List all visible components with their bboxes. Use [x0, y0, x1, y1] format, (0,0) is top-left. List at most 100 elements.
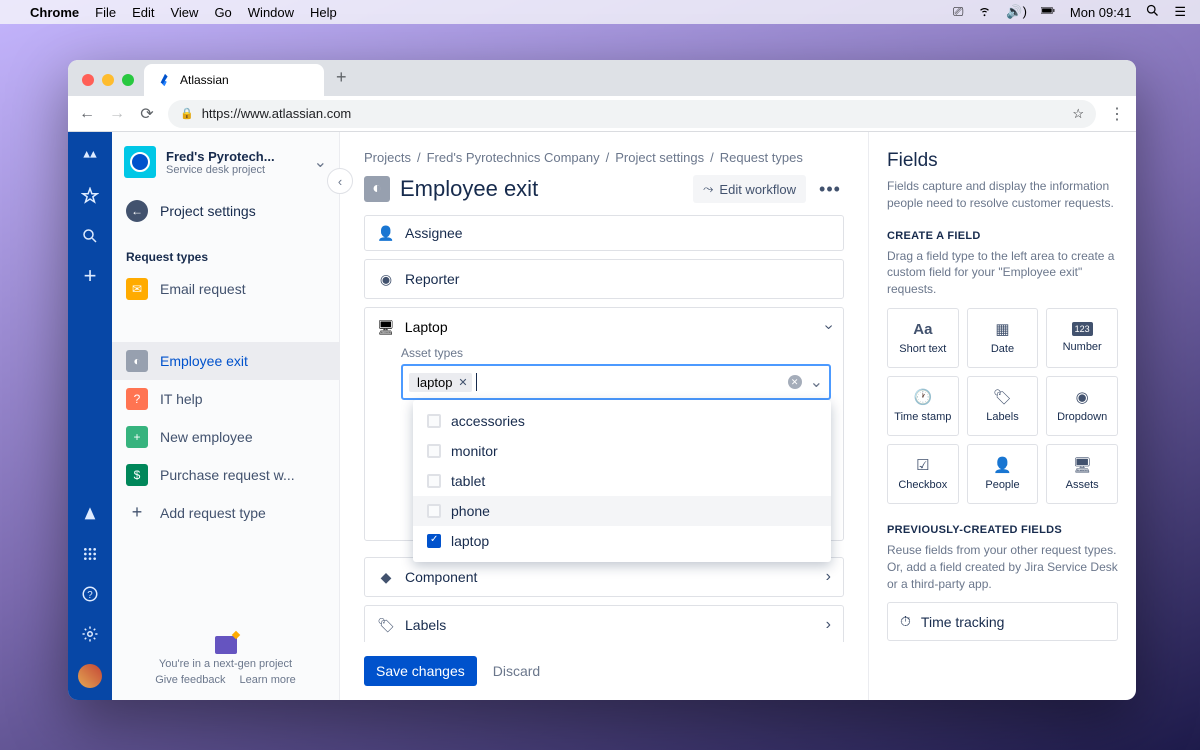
- help-icon[interactable]: ?: [80, 584, 100, 604]
- sidebar-item-it-help[interactable]: ? IT help: [112, 380, 339, 418]
- tile-people[interactable]: 👤People: [967, 444, 1039, 504]
- app-grid-icon[interactable]: [80, 544, 100, 564]
- clear-input-icon[interactable]: ✕: [788, 375, 802, 389]
- sidebar-item-new-employee[interactable]: + New employee: [112, 418, 339, 456]
- content-column: Projects/ Fred's Pyrotechnics Company/ P…: [340, 132, 868, 700]
- edit-workflow-button[interactable]: ⤳ Edit workflow: [693, 175, 806, 203]
- field-label: Component: [405, 569, 477, 585]
- add-request-type[interactable]: + Add request type: [112, 494, 339, 531]
- volume-icon[interactable]: 🔊): [1006, 4, 1027, 20]
- field-label: Labels: [405, 617, 446, 633]
- star-nav-icon[interactable]: [80, 186, 100, 206]
- prev-created-section: Previously-created fields: [887, 524, 1118, 536]
- option-phone[interactable]: phone: [413, 496, 831, 526]
- settings-nav-icon[interactable]: [80, 624, 100, 644]
- dropdown-toggle-icon[interactable]: ⌄: [810, 372, 823, 392]
- product-switcher-icon[interactable]: [80, 146, 100, 166]
- field-type-grid: AaShort text ▦Date 123Number 🕐 Time stamp…: [887, 308, 1118, 504]
- page-title: Employee exit: [400, 176, 683, 202]
- tile-labels[interactable]: 🏷Labels: [967, 376, 1039, 436]
- create-nav-icon[interactable]: +: [80, 266, 100, 286]
- minimize-window[interactable]: [102, 74, 114, 86]
- search-nav-icon[interactable]: [80, 226, 100, 246]
- sidebar-item-employee-exit[interactable]: ◐ Employee exit: [112, 342, 339, 380]
- menu-file[interactable]: File: [95, 5, 116, 20]
- wifi-icon[interactable]: [977, 3, 992, 21]
- clock-icon: 🕐: [913, 388, 932, 406]
- add-request-label: Add request type: [160, 505, 266, 521]
- option-tablet[interactable]: tablet: [413, 466, 831, 496]
- close-window[interactable]: [82, 74, 94, 86]
- back-button[interactable]: ←: [78, 105, 96, 123]
- maximize-window[interactable]: [122, 74, 134, 86]
- learn-more-link[interactable]: Learn more: [240, 674, 296, 686]
- new-tab-button[interactable]: +: [324, 67, 359, 96]
- menu-view[interactable]: View: [170, 5, 198, 20]
- tile-checkbox[interactable]: ☑Checkbox: [887, 444, 959, 504]
- tile-assets[interactable]: 🖥Assets: [1046, 444, 1118, 504]
- lock-icon: 🔒: [180, 107, 194, 120]
- app-name[interactable]: Chrome: [30, 5, 79, 20]
- field-label: Reporter: [405, 271, 459, 287]
- option-label: accessories: [451, 413, 525, 429]
- menu-edit[interactable]: Edit: [132, 5, 154, 20]
- control-center-icon[interactable]: ☰: [1174, 4, 1186, 20]
- text-cursor: [476, 373, 477, 391]
- menu-window[interactable]: Window: [248, 5, 294, 20]
- sidebar-item-purchase-request[interactable]: $ Purchase request w...: [112, 456, 339, 494]
- more-actions-button[interactable]: •••: [816, 179, 844, 200]
- give-feedback-link[interactable]: Give feedback: [155, 674, 225, 686]
- plus-icon: +: [126, 502, 148, 523]
- field-row-assignee[interactable]: 👤 Assignee: [364, 215, 844, 251]
- dropdown-icon: ◉: [1076, 388, 1089, 406]
- forward-button[interactable]: →: [108, 105, 126, 123]
- sidebar-item-email-request[interactable]: ✉ Email request: [112, 270, 339, 308]
- notifications-icon[interactable]: [80, 504, 100, 524]
- remove-chip-icon[interactable]: ✕: [458, 376, 467, 389]
- crumb[interactable]: Fred's Pyrotechnics Company: [427, 150, 600, 165]
- back-to-project-settings[interactable]: ← Project settings: [112, 192, 339, 230]
- asset-types-input[interactable]: laptop ✕ ✕ ⌄: [401, 364, 831, 400]
- svg-text:?: ?: [87, 590, 93, 601]
- battery-icon[interactable]: [1041, 3, 1056, 21]
- tile-dropdown[interactable]: ◉ Dropdown: [1046, 376, 1118, 436]
- tile-label: Labels: [986, 411, 1018, 423]
- label-icon: 🏷: [377, 616, 395, 634]
- project-header[interactable]: Fred's Pyrotech... Service desk project …: [112, 132, 339, 192]
- crumb[interactable]: Project settings: [615, 150, 704, 165]
- create-field-sub: Drag a field type to the left area to cr…: [887, 248, 1118, 298]
- address-bar[interactable]: 🔒 https://www.atlassian.com ☆: [168, 100, 1096, 128]
- save-button[interactable]: Save changes: [364, 656, 477, 686]
- tile-short-text[interactable]: AaShort text: [887, 308, 959, 368]
- option-accessories[interactable]: accessories: [413, 406, 831, 436]
- user-avatar[interactable]: [78, 664, 102, 688]
- menu-go[interactable]: Go: [214, 5, 231, 20]
- tile-number[interactable]: 123Number: [1046, 308, 1118, 368]
- discard-button[interactable]: Discard: [493, 663, 540, 679]
- tile-date[interactable]: ▦Date: [967, 308, 1039, 368]
- option-laptop[interactable]: laptop: [413, 526, 831, 556]
- workflow-icon: ⤳: [703, 181, 713, 197]
- crumb[interactable]: Projects: [364, 150, 411, 165]
- field-row-reporter[interactable]: ◉ Reporter: [364, 259, 844, 299]
- field-row-labels[interactable]: 🏷 Labels: [364, 605, 844, 642]
- airplay-icon[interactable]: ⎚: [953, 4, 963, 20]
- crumb[interactable]: Request types: [720, 150, 803, 165]
- plus-sq-icon: +: [126, 426, 148, 448]
- tile-timestamp[interactable]: 🕐 Time stamp: [887, 376, 959, 436]
- field-row-component[interactable]: ◆ Component: [364, 557, 844, 597]
- chrome-menu[interactable]: ⋮: [1108, 104, 1126, 124]
- star-icon[interactable]: ☆: [1072, 106, 1084, 122]
- tile-label: Time stamp: [894, 411, 951, 423]
- sidebar-item-label: IT help: [160, 391, 203, 407]
- tile-label: Dropdown: [1057, 411, 1107, 423]
- clock[interactable]: Mon 09:41: [1070, 5, 1131, 20]
- reload-button[interactable]: ⟳: [138, 104, 156, 124]
- tile-label: Short text: [899, 343, 946, 355]
- spotlight-icon[interactable]: [1145, 3, 1160, 21]
- browser-tab[interactable]: Atlassian: [144, 64, 324, 96]
- option-monitor[interactable]: monitor: [413, 436, 831, 466]
- menu-help[interactable]: Help: [310, 5, 337, 20]
- field-time-tracking[interactable]: ⏱ Time tracking: [887, 602, 1118, 641]
- field-row-header[interactable]: 🖥 Laptop ›: [377, 318, 831, 336]
